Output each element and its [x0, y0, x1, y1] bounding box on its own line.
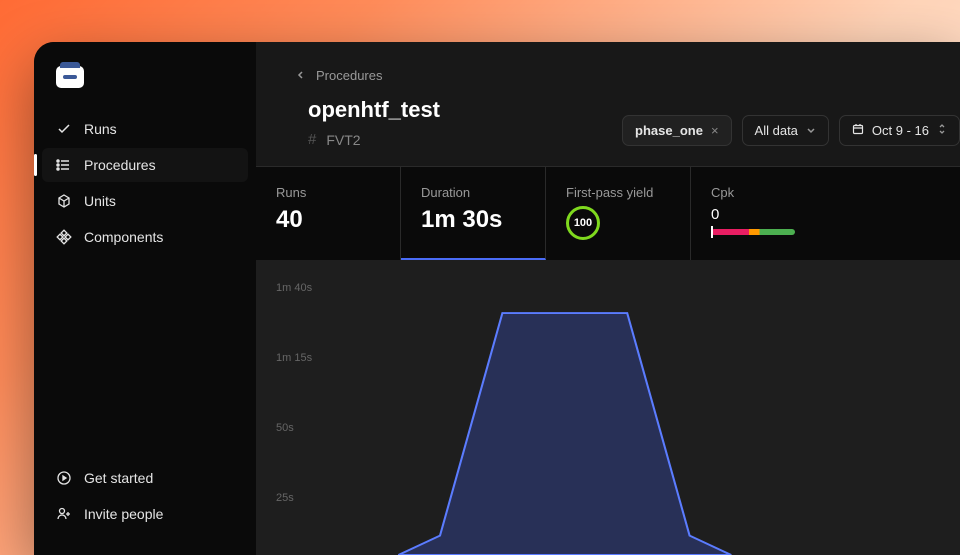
- chevron-left-icon: [296, 68, 306, 83]
- list-icon: [56, 157, 72, 173]
- footer-nav: Get started Invite people: [34, 461, 256, 531]
- metric-duration[interactable]: Duration 1m 30s: [401, 167, 546, 260]
- metric-label: Duration: [421, 185, 525, 200]
- play-circle-icon: [56, 470, 72, 486]
- metric-cpk[interactable]: Cpk 0: [691, 167, 960, 260]
- metrics-bar: Runs 40 Duration 1m 30s First-pass yield…: [256, 166, 960, 260]
- sidebar-item-label: Get started: [84, 470, 153, 486]
- subtitle: FVT2: [326, 132, 360, 148]
- app-logo: [56, 66, 84, 88]
- chevron-down-icon: [806, 123, 816, 138]
- main-nav: Runs Procedures Units Components: [34, 112, 256, 461]
- filter-date[interactable]: Oct 9 - 16: [839, 115, 960, 146]
- page-title: openhtf_test: [308, 97, 440, 123]
- filter-phase[interactable]: phase_one ×: [622, 115, 732, 146]
- sidebar-item-label: Components: [84, 229, 163, 245]
- metric-value: 40: [276, 206, 380, 234]
- metric-yield[interactable]: First-pass yield 100: [546, 167, 691, 260]
- chip-label: phase_one: [635, 123, 703, 138]
- metric-label: Cpk: [711, 185, 940, 200]
- calendar-icon: [852, 123, 864, 138]
- metric-value: 1m 30s: [421, 206, 525, 234]
- user-plus-icon: [56, 506, 72, 522]
- metric-label: Runs: [276, 185, 380, 200]
- ytick: 50s: [276, 422, 294, 434]
- chart-plot: [336, 284, 960, 555]
- sidebar-item-runs[interactable]: Runs: [42, 112, 248, 146]
- sidebar: Runs Procedures Units Components Get sta…: [34, 42, 256, 555]
- sidebar-item-get-started[interactable]: Get started: [42, 461, 248, 495]
- filter-data[interactable]: All data: [742, 115, 829, 146]
- check-icon: [56, 121, 72, 137]
- metric-label: First-pass yield: [566, 185, 670, 200]
- selector-icon: [937, 123, 947, 138]
- metric-value: 0: [711, 206, 940, 223]
- sidebar-item-invite[interactable]: Invite people: [42, 497, 248, 531]
- breadcrumb-label: Procedures: [316, 68, 382, 83]
- sidebar-item-label: Procedures: [84, 157, 156, 173]
- breadcrumb[interactable]: Procedures: [292, 42, 960, 83]
- close-icon[interactable]: ×: [711, 123, 719, 138]
- duration-chart: 1m 40s 1m 15s 50s 25s: [256, 260, 960, 555]
- cube-icon: [56, 193, 72, 209]
- ytick: 1m 15s: [276, 352, 312, 364]
- hash-icon: #: [308, 131, 316, 148]
- cpk-bar: [711, 229, 795, 235]
- gauge-value: 100: [574, 217, 592, 229]
- chip-label: Oct 9 - 16: [872, 123, 929, 138]
- chip-label: All data: [755, 123, 798, 138]
- gauge-icon: 100: [566, 206, 600, 240]
- sidebar-item-procedures[interactable]: Procedures: [42, 148, 248, 182]
- sidebar-item-components[interactable]: Components: [42, 220, 248, 254]
- main-content: Procedures openhtf_test # FVT2 phase_one…: [256, 42, 960, 555]
- sidebar-item-label: Runs: [84, 121, 117, 137]
- sidebar-item-label: Units: [84, 193, 116, 209]
- sidebar-item-units[interactable]: Units: [42, 184, 248, 218]
- ytick: 25s: [276, 492, 294, 504]
- ytick: 1m 40s: [276, 282, 312, 294]
- sidebar-item-label: Invite people: [84, 506, 163, 522]
- metric-runs[interactable]: Runs 40: [256, 167, 401, 260]
- components-icon: [56, 229, 72, 245]
